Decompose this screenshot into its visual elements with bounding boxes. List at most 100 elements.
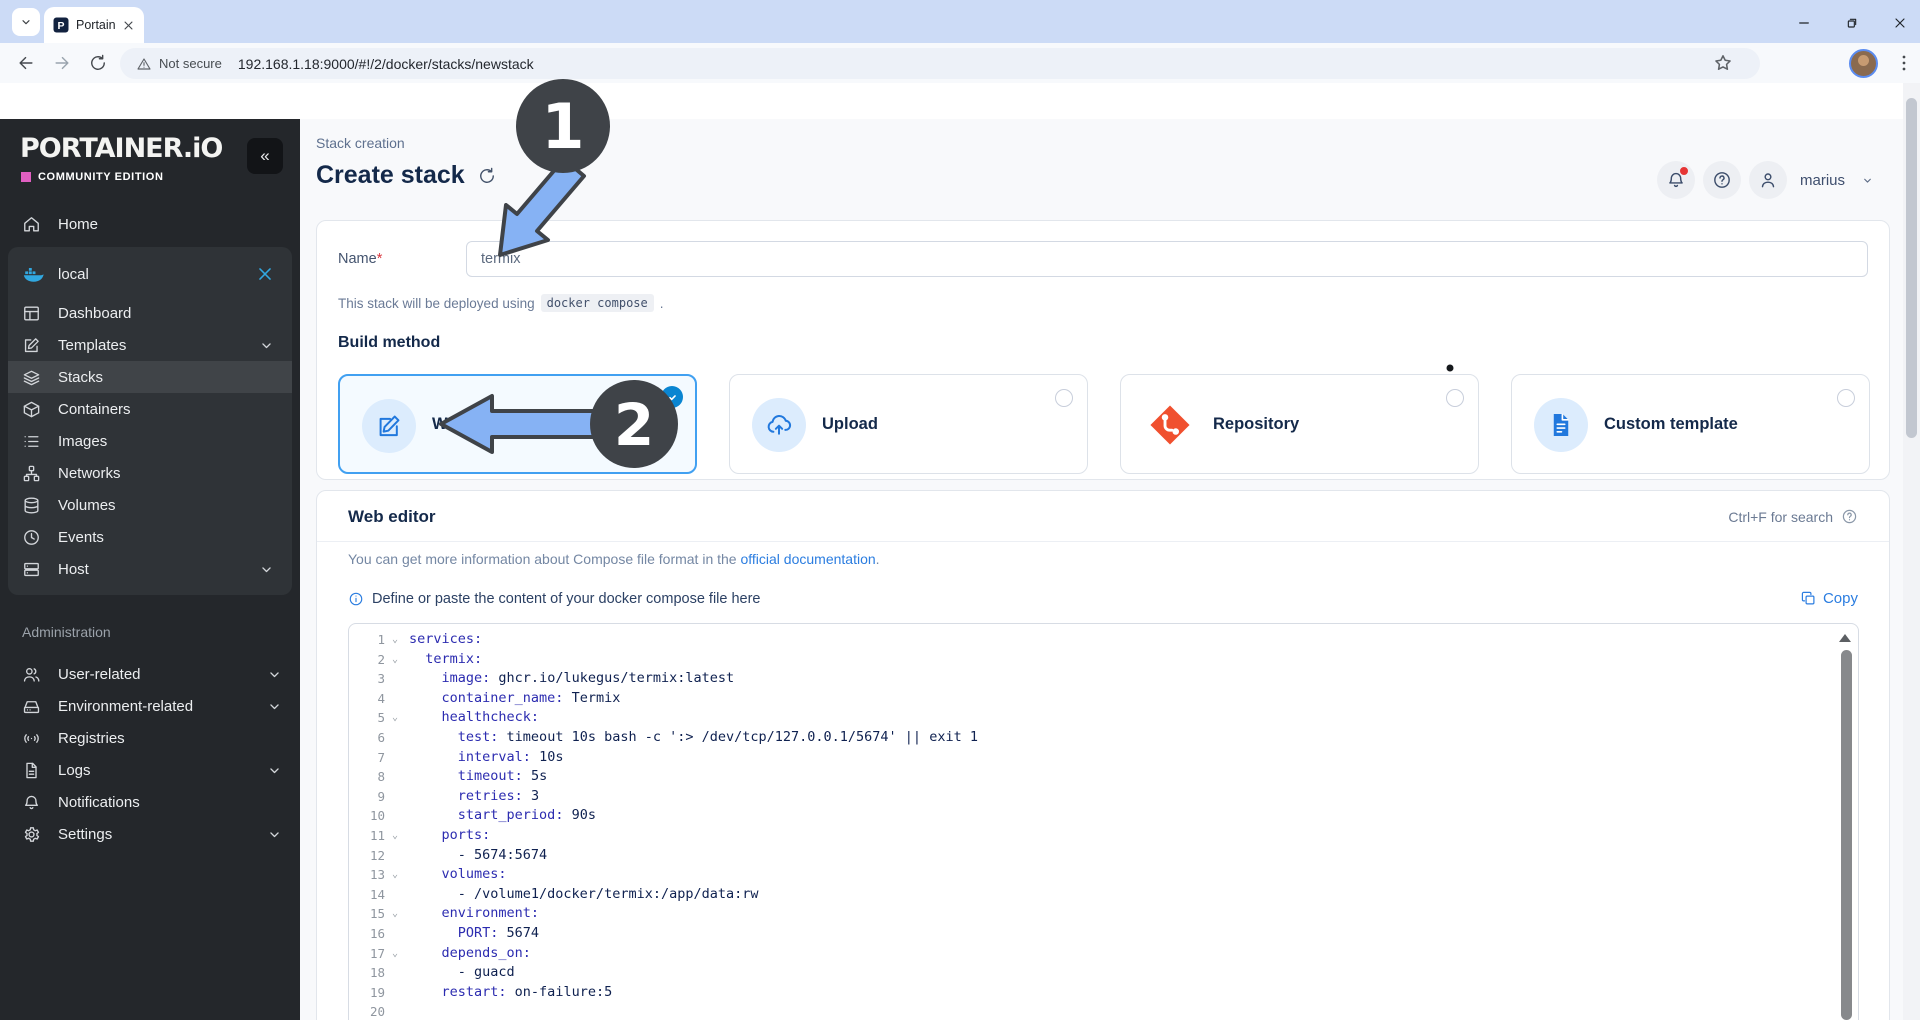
code-line[interactable]: 18 - guacd: [349, 963, 1858, 983]
user-menu-button[interactable]: [1749, 161, 1787, 199]
sidebar-item-dashboard[interactable]: Dashboard: [8, 297, 292, 329]
copy-button[interactable]: Copy: [1800, 590, 1858, 607]
reload-button[interactable]: [82, 47, 114, 79]
required-asterisk: *: [377, 251, 383, 267]
not-secure-warning-icon: [136, 56, 152, 72]
breadcrumb: Stack creation: [316, 135, 405, 151]
code-line[interactable]: 11⌄ ports:: [349, 826, 1858, 846]
code-line[interactable]: 6 test: timeout 10s bash -c ':> /dev/tcp…: [349, 728, 1858, 748]
url-text[interactable]: 192.168.1.18:9000/#!/2/docker/stacks/new…: [238, 56, 534, 72]
compose-code-editor[interactable]: 1⌄services:2⌄ termix:3 image: ghcr.io/lu…: [348, 623, 1859, 1020]
chevron-down-icon: [265, 665, 284, 684]
docker-whale-icon: [22, 263, 44, 285]
code-line[interactable]: 14 - /volume1/docker/termix:/app/data:rw: [349, 885, 1858, 905]
window-close-button[interactable]: [1886, 9, 1914, 37]
sidebar-item-stacks[interactable]: Stacks: [8, 361, 292, 393]
sidebar-item-notifications[interactable]: Notifications: [0, 786, 300, 818]
tab-close-icon[interactable]: [121, 18, 136, 33]
sidebar-item-templates[interactable]: Templates: [8, 329, 292, 361]
code-line[interactable]: 3 image: ghcr.io/lukegus/termix:latest: [349, 669, 1858, 689]
sidebar-item-settings[interactable]: Settings: [0, 818, 300, 850]
radio-unselected[interactable]: [1055, 389, 1073, 407]
official-documentation-link[interactable]: official documentation: [740, 551, 875, 567]
code-line[interactable]: 8 timeout: 5s: [349, 767, 1858, 787]
not-secure-label[interactable]: Not secure: [159, 56, 222, 71]
upload-cloud-icon: [752, 398, 806, 452]
window-restore-button[interactable]: [1838, 9, 1866, 37]
gear-icon: [22, 825, 41, 844]
code-line[interactable]: 10 start_period: 90s: [349, 806, 1858, 826]
code-line[interactable]: 12 - 5674:5674: [349, 846, 1858, 866]
browser-profile-avatar[interactable]: [1849, 49, 1878, 78]
code-line[interactable]: 16 PORT: 5674: [349, 924, 1858, 944]
build-method-upload[interactable]: Upload: [729, 374, 1088, 474]
notification-badge: [1679, 166, 1689, 176]
code-line[interactable]: 17⌄ depends_on:: [349, 944, 1858, 964]
code-line[interactable]: 20: [349, 1002, 1858, 1020]
search-hint: Ctrl+F for search: [1728, 508, 1858, 525]
sidebar-item-images[interactable]: Images: [8, 425, 292, 457]
compose-info-text: You can get more information about Compo…: [348, 551, 880, 567]
tab-search-button[interactable]: [12, 8, 40, 36]
sidebar-item-containers[interactable]: Containers: [8, 393, 292, 425]
sidebar-item-home[interactable]: Home: [0, 206, 300, 242]
code-line[interactable]: 13⌄ volumes:: [349, 865, 1858, 885]
window-minimize-button[interactable]: [1790, 9, 1818, 37]
sidebar-item-user-related[interactable]: User-related: [0, 658, 300, 690]
notifications-button[interactable]: [1657, 161, 1695, 199]
chevron-down-icon: [257, 336, 276, 355]
radio-unselected[interactable]: [1837, 389, 1855, 407]
question-circle-icon[interactable]: [1841, 508, 1858, 525]
build-method-custom-template[interactable]: Custom template: [1511, 374, 1870, 474]
address-bar[interactable]: Not secure 192.168.1.18:9000/#!/2/docker…: [120, 48, 1760, 79]
back-button[interactable]: [10, 47, 42, 79]
code-line[interactable]: 5⌄ healthcheck:: [349, 708, 1858, 728]
refresh-icon[interactable]: [477, 166, 497, 186]
build-method-repository[interactable]: Repository: [1120, 374, 1479, 474]
code-line[interactable]: 4 container_name: Termix: [349, 689, 1858, 709]
community-edition-label: COMMUNITY EDITION: [21, 171, 164, 183]
environment-local[interactable]: local: [8, 251, 292, 297]
close-environment-icon[interactable]: [254, 263, 276, 285]
browser-menu-icon[interactable]: [1893, 52, 1915, 74]
browser-tab[interactable]: P Portain: [44, 7, 144, 43]
sidebar-item-environment-related[interactable]: Environment-related: [0, 690, 300, 722]
sidebar-item-logs[interactable]: Logs: [0, 754, 300, 786]
code-line[interactable]: 2⌄ termix:: [349, 650, 1858, 670]
build-method-web-editor[interactable]: Web editor: [338, 374, 697, 474]
templates-icon: [22, 336, 41, 355]
sidebar-item-events[interactable]: Events: [8, 521, 292, 553]
registries-broadcast-icon: [22, 729, 41, 748]
code-line[interactable]: 9 retries: 3: [349, 787, 1858, 807]
user-name[interactable]: marius: [1800, 172, 1845, 189]
chevron-down-icon[interactable]: [1860, 173, 1875, 188]
bell-icon: [22, 793, 41, 812]
stack-name-input[interactable]: [466, 241, 1868, 277]
copy-icon: [1800, 590, 1817, 607]
code-line[interactable]: 15⌄ environment:: [349, 904, 1858, 924]
portainer-favicon-icon: P: [52, 16, 70, 34]
back-arrow-icon: [16, 53, 36, 73]
page-scrollbar-thumb[interactable]: [1906, 98, 1917, 438]
sidebar-collapse-button[interactable]: «: [247, 138, 283, 174]
editor-scrollbar-thumb[interactable]: [1841, 650, 1852, 1020]
selected-check-badge: [661, 386, 683, 408]
code-line[interactable]: 7 interval: 10s: [349, 748, 1858, 768]
administration-label: Administration: [0, 624, 300, 644]
help-button[interactable]: [1703, 161, 1741, 199]
editor-scroll-up-arrow[interactable]: [1839, 634, 1851, 642]
person-icon: [1758, 170, 1778, 190]
bookmark-star-icon[interactable]: [1712, 52, 1734, 74]
tab-title: Portain: [76, 18, 115, 32]
sidebar-item-host[interactable]: Host: [8, 553, 292, 585]
sidebar-item-networks[interactable]: Networks: [8, 457, 292, 489]
forward-button[interactable]: [46, 47, 78, 79]
chevron-down-icon: [265, 761, 284, 780]
sidebar-item-registries[interactable]: Registries: [0, 722, 300, 754]
radio-unselected[interactable]: [1446, 389, 1464, 407]
code-line[interactable]: 19 restart: on-failure:5: [349, 983, 1858, 1003]
sidebar-item-volumes[interactable]: Volumes: [8, 489, 292, 521]
chevron-down-icon: [18, 14, 34, 30]
stack-form-card: Name* This stack will be deployed using …: [316, 220, 1890, 480]
code-line[interactable]: 1⌄services:: [349, 630, 1858, 650]
